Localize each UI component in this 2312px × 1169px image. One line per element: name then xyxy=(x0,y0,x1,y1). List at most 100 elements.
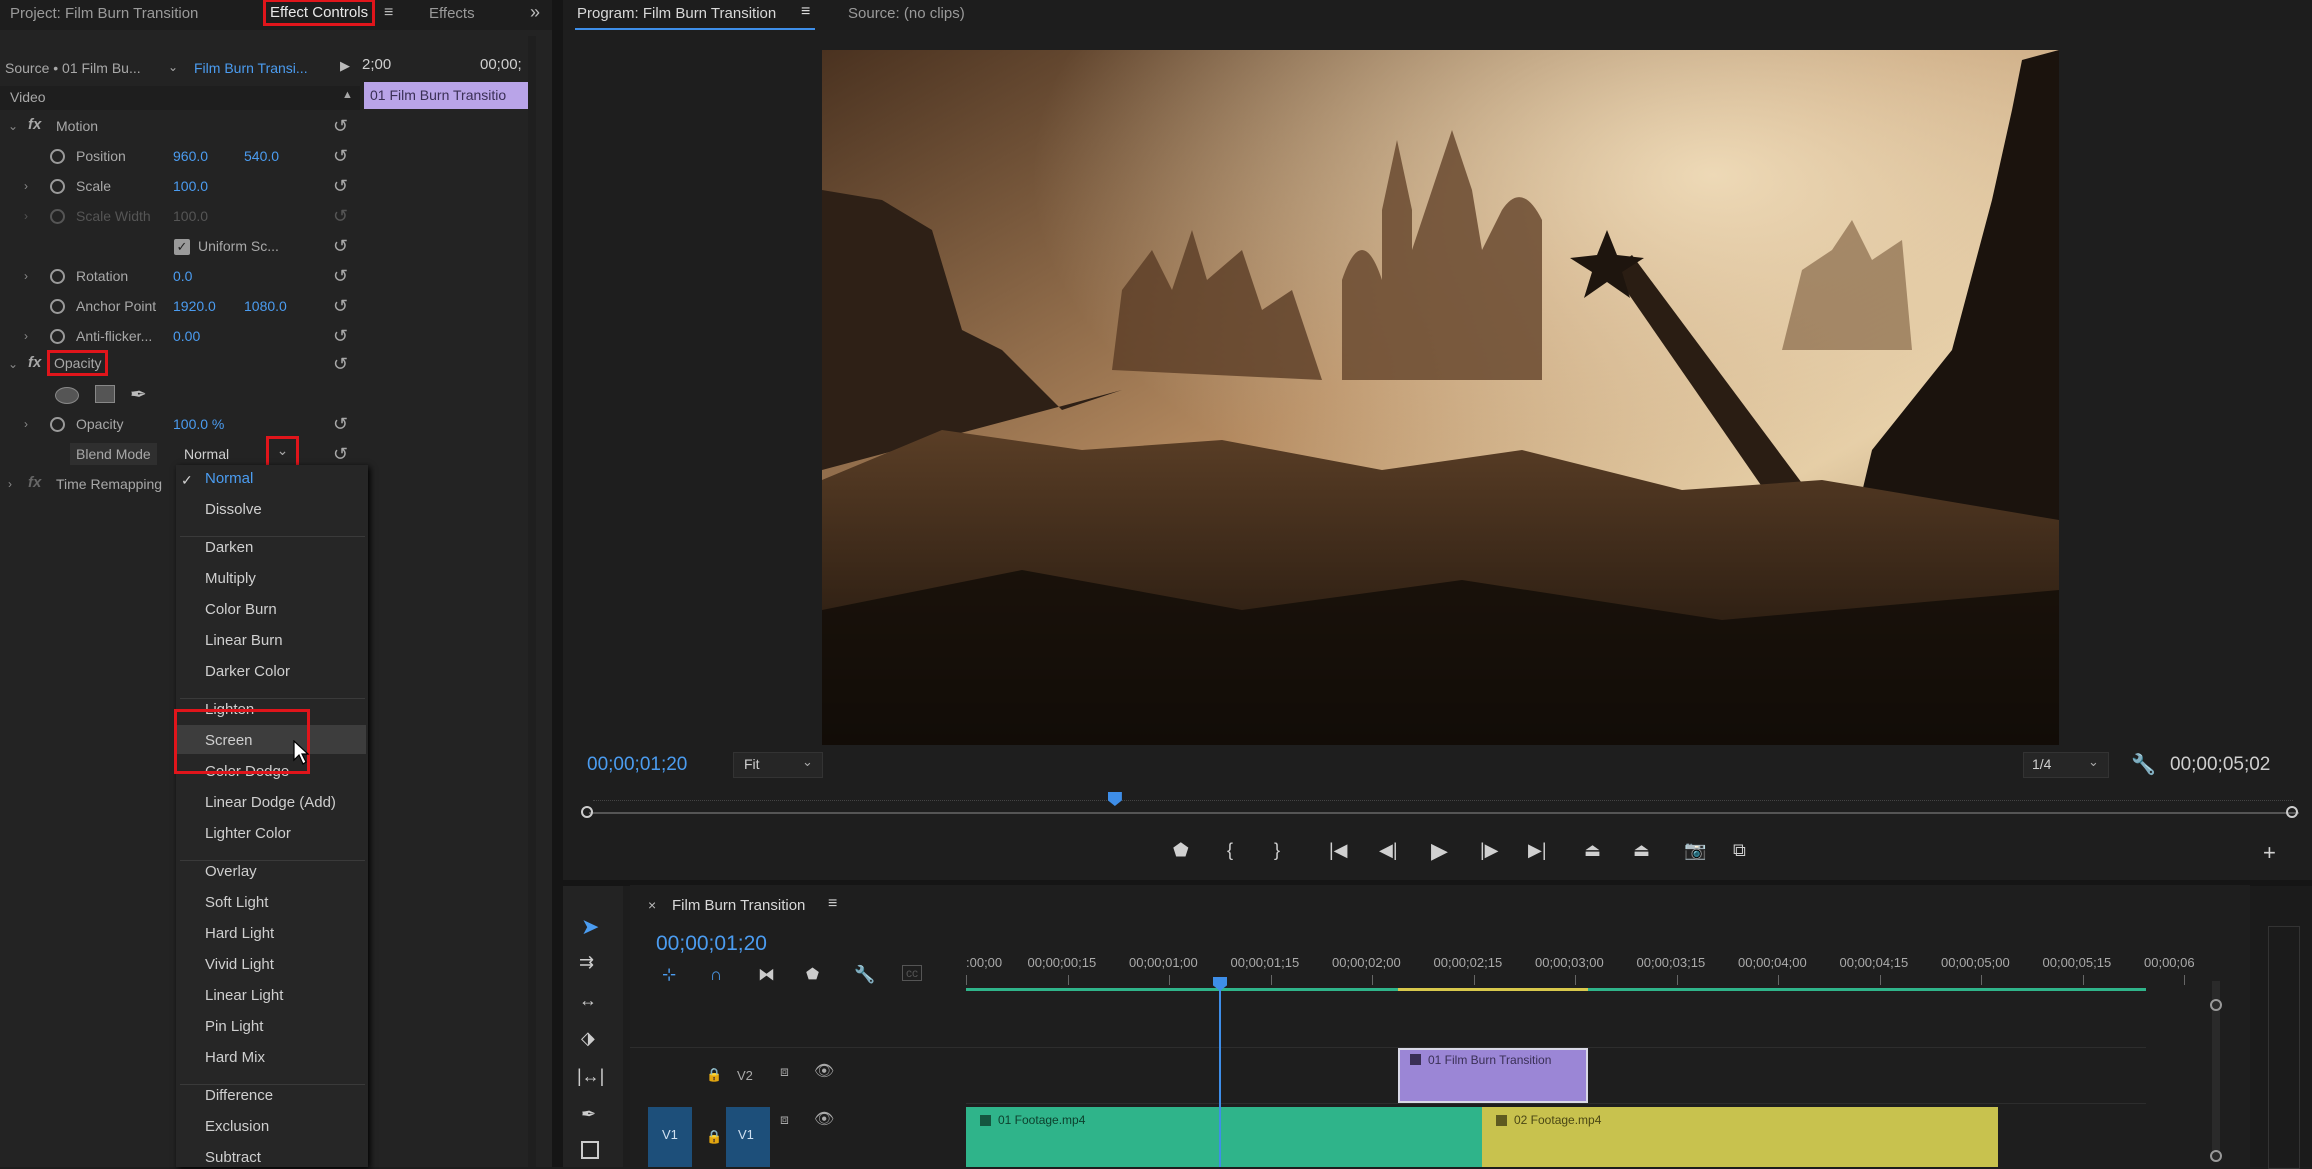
panel-menu-icon[interactable]: ≡ xyxy=(828,895,837,913)
collapse-up-icon[interactable]: ▲ xyxy=(342,89,353,101)
pen-tool-icon[interactable]: ✒ xyxy=(581,1104,596,1125)
expand-chevron-icon[interactable]: › xyxy=(8,477,12,491)
rectangle-tool-icon[interactable] xyxy=(581,1141,599,1159)
reset-icon[interactable]: ↺ xyxy=(333,326,351,346)
eye-icon[interactable]: 👁 xyxy=(814,1061,834,1081)
tab-program[interactable]: Program: Film Burn Transition xyxy=(577,5,776,22)
clip-02-footage[interactable]: 02 Footage.mp4 xyxy=(1482,1107,1998,1167)
close-icon[interactable]: × xyxy=(648,897,656,913)
captions-icon[interactable]: cc xyxy=(902,965,922,981)
fit-dropdown[interactable]: Fit ⌄ xyxy=(733,752,823,778)
reset-icon[interactable]: ↺ xyxy=(333,266,351,286)
rectangle-mask-icon[interactable] xyxy=(95,385,115,403)
tab-effect-controls[interactable]: Effect Controls xyxy=(262,0,376,26)
time-ruler[interactable]: :00;00 00;00;00;15 00;00;01;00 00;00;01;15 0… xyxy=(966,949,2246,989)
stopwatch-icon[interactable] xyxy=(50,299,65,314)
expand-chevron-icon[interactable]: › xyxy=(24,179,28,193)
reset-icon[interactable]: ↺ xyxy=(333,444,351,464)
zoom-handle-left[interactable] xyxy=(581,806,593,818)
expand-chevron-icon[interactable]: › xyxy=(24,329,28,343)
panel-menu-icon[interactable]: ≡ xyxy=(384,4,393,22)
ripple-edit-tool-icon[interactable]: ↔ xyxy=(579,990,597,1011)
blend-menu-item-dissolve[interactable]: Dissolve xyxy=(205,501,262,518)
expand-chevron-icon[interactable]: ⌄ xyxy=(8,119,18,133)
comparison-view-icon[interactable]: ⧉ xyxy=(1733,840,1746,861)
position-x-value[interactable]: 960.0 xyxy=(173,148,208,164)
opacity-value[interactable]: 100.0 % xyxy=(173,416,224,432)
fx-icon[interactable]: fx xyxy=(28,116,41,133)
add-marker-icon[interactable]: ⬟ xyxy=(806,965,819,983)
add-marker-icon[interactable]: ⬟ xyxy=(1173,840,1189,861)
blend-menu-item-hard-light[interactable]: Hard Light xyxy=(205,925,274,942)
program-timecode[interactable]: 00;00;01;20 xyxy=(587,754,687,776)
snap-magnet-icon[interactable]: ∩ xyxy=(710,965,722,985)
reset-icon[interactable]: ↺ xyxy=(333,296,351,316)
pen-mask-icon[interactable]: ✒ xyxy=(130,382,147,407)
scroll-handle-bottom[interactable] xyxy=(2210,1150,2222,1162)
blend-menu-item-difference[interactable]: Difference xyxy=(205,1087,273,1104)
go-to-in-icon[interactable]: |◀ xyxy=(1329,840,1348,861)
blend-menu-item-multiply[interactable]: Multiply xyxy=(205,570,256,587)
clip-film-burn-transition[interactable]: 01 Film Burn Transition xyxy=(1398,1048,1588,1103)
step-back-icon[interactable]: ◀| xyxy=(1379,840,1398,861)
source-patch-v1[interactable]: V1 xyxy=(648,1107,692,1167)
tab-source[interactable]: Source: (no clips) xyxy=(848,5,965,22)
track-select-tool-icon[interactable]: ⇉ xyxy=(579,952,594,973)
panel-scrollbar[interactable] xyxy=(528,36,536,1167)
reset-icon[interactable]: ↺ xyxy=(333,146,351,166)
blend-menu-item-darken[interactable]: Darken xyxy=(205,539,253,556)
blend-menu-item-linear-burn[interactable]: Linear Burn xyxy=(205,632,283,649)
chevron-down-icon[interactable]: ⌄ xyxy=(168,60,178,74)
tab-effects[interactable]: Effects xyxy=(429,5,475,22)
blend-menu-item-exclusion[interactable]: Exclusion xyxy=(205,1118,269,1135)
stopwatch-icon[interactable] xyxy=(50,179,65,194)
timeline-timecode[interactable]: 00;00;01;20 xyxy=(656,932,767,956)
opacity-effect-label[interactable]: Opacity xyxy=(46,350,109,376)
mark-out-icon[interactable]: } xyxy=(1274,840,1280,861)
stopwatch-icon[interactable] xyxy=(50,269,65,284)
blend-menu-item-pin-light[interactable]: Pin Light xyxy=(205,1018,263,1035)
stopwatch-icon[interactable] xyxy=(50,149,65,164)
go-to-out-icon[interactable]: ▶| xyxy=(1528,840,1547,861)
blend-menu-item-darker-color[interactable]: Darker Color xyxy=(205,663,290,680)
sync-lock-icon[interactable]: ⧈ xyxy=(780,1111,789,1128)
eye-icon[interactable]: 👁 xyxy=(814,1109,834,1129)
blend-mode-dropdown[interactable]: Normal xyxy=(184,446,229,462)
ec-clip-bar[interactable]: 01 Film Burn Transitio xyxy=(364,82,529,109)
blend-menu-item-lighter-color[interactable]: Lighter Color xyxy=(205,825,291,842)
resolution-dropdown[interactable]: 1/4 ⌄ xyxy=(2023,752,2109,778)
blend-menu-item-soft-light[interactable]: Soft Light xyxy=(205,894,268,911)
expand-chevron-icon[interactable]: › xyxy=(24,269,28,283)
reset-icon[interactable]: ↺ xyxy=(333,414,351,434)
sequence-dropdown[interactable]: Film Burn Transi... xyxy=(194,60,308,76)
anchor-x-value[interactable]: 1920.0 xyxy=(173,298,216,314)
play-icon[interactable]: ▶ xyxy=(1431,838,1448,864)
blend-menu-item-normal[interactable]: Normal xyxy=(205,470,253,487)
lock-icon[interactable]: 🔒 xyxy=(706,1067,722,1083)
lock-icon[interactable]: 🔒 xyxy=(706,1129,722,1145)
razor-tool-icon[interactable]: ⬗ xyxy=(581,1028,595,1049)
reset-icon[interactable]: ↺ xyxy=(333,236,351,256)
play-triangle-icon[interactable]: ▶ xyxy=(340,58,350,74)
step-forward-icon[interactable]: |▶ xyxy=(1480,840,1499,861)
panel-menu-icon[interactable]: ≡ xyxy=(801,3,810,21)
timeline-wrench-icon[interactable]: 🔧 xyxy=(854,965,875,985)
scroll-handle-top[interactable] xyxy=(2210,999,2222,1011)
expand-chevron-icon[interactable]: › xyxy=(24,417,28,431)
blend-menu-item-vivid-light[interactable]: Vivid Light xyxy=(205,956,274,973)
blend-menu-item-linear-dodge-add[interactable]: Linear Dodge (Add) xyxy=(205,794,336,811)
mark-in-icon[interactable]: { xyxy=(1227,840,1233,861)
nest-icon[interactable]: ⊹ xyxy=(662,965,676,985)
sequence-tab[interactable]: Film Burn Transition xyxy=(672,897,805,914)
anti-flicker-value[interactable]: 0.00 xyxy=(173,328,200,344)
sync-lock-icon[interactable]: ⧈ xyxy=(780,1063,789,1080)
extract-icon[interactable]: ⏏ xyxy=(1633,840,1650,861)
ellipse-mask-icon[interactable] xyxy=(55,387,79,404)
fx-icon[interactable]: fx xyxy=(28,354,41,371)
zoom-handle-right[interactable] xyxy=(2286,806,2298,818)
blend-mode-chevron-down-icon[interactable]: ⌄ xyxy=(266,436,299,470)
track-v1-target[interactable]: V1 xyxy=(726,1107,770,1167)
blend-menu-item-linear-light[interactable]: Linear Light xyxy=(205,987,283,1004)
video-frame[interactable] xyxy=(822,50,2059,745)
panel-divider[interactable] xyxy=(552,0,563,1167)
